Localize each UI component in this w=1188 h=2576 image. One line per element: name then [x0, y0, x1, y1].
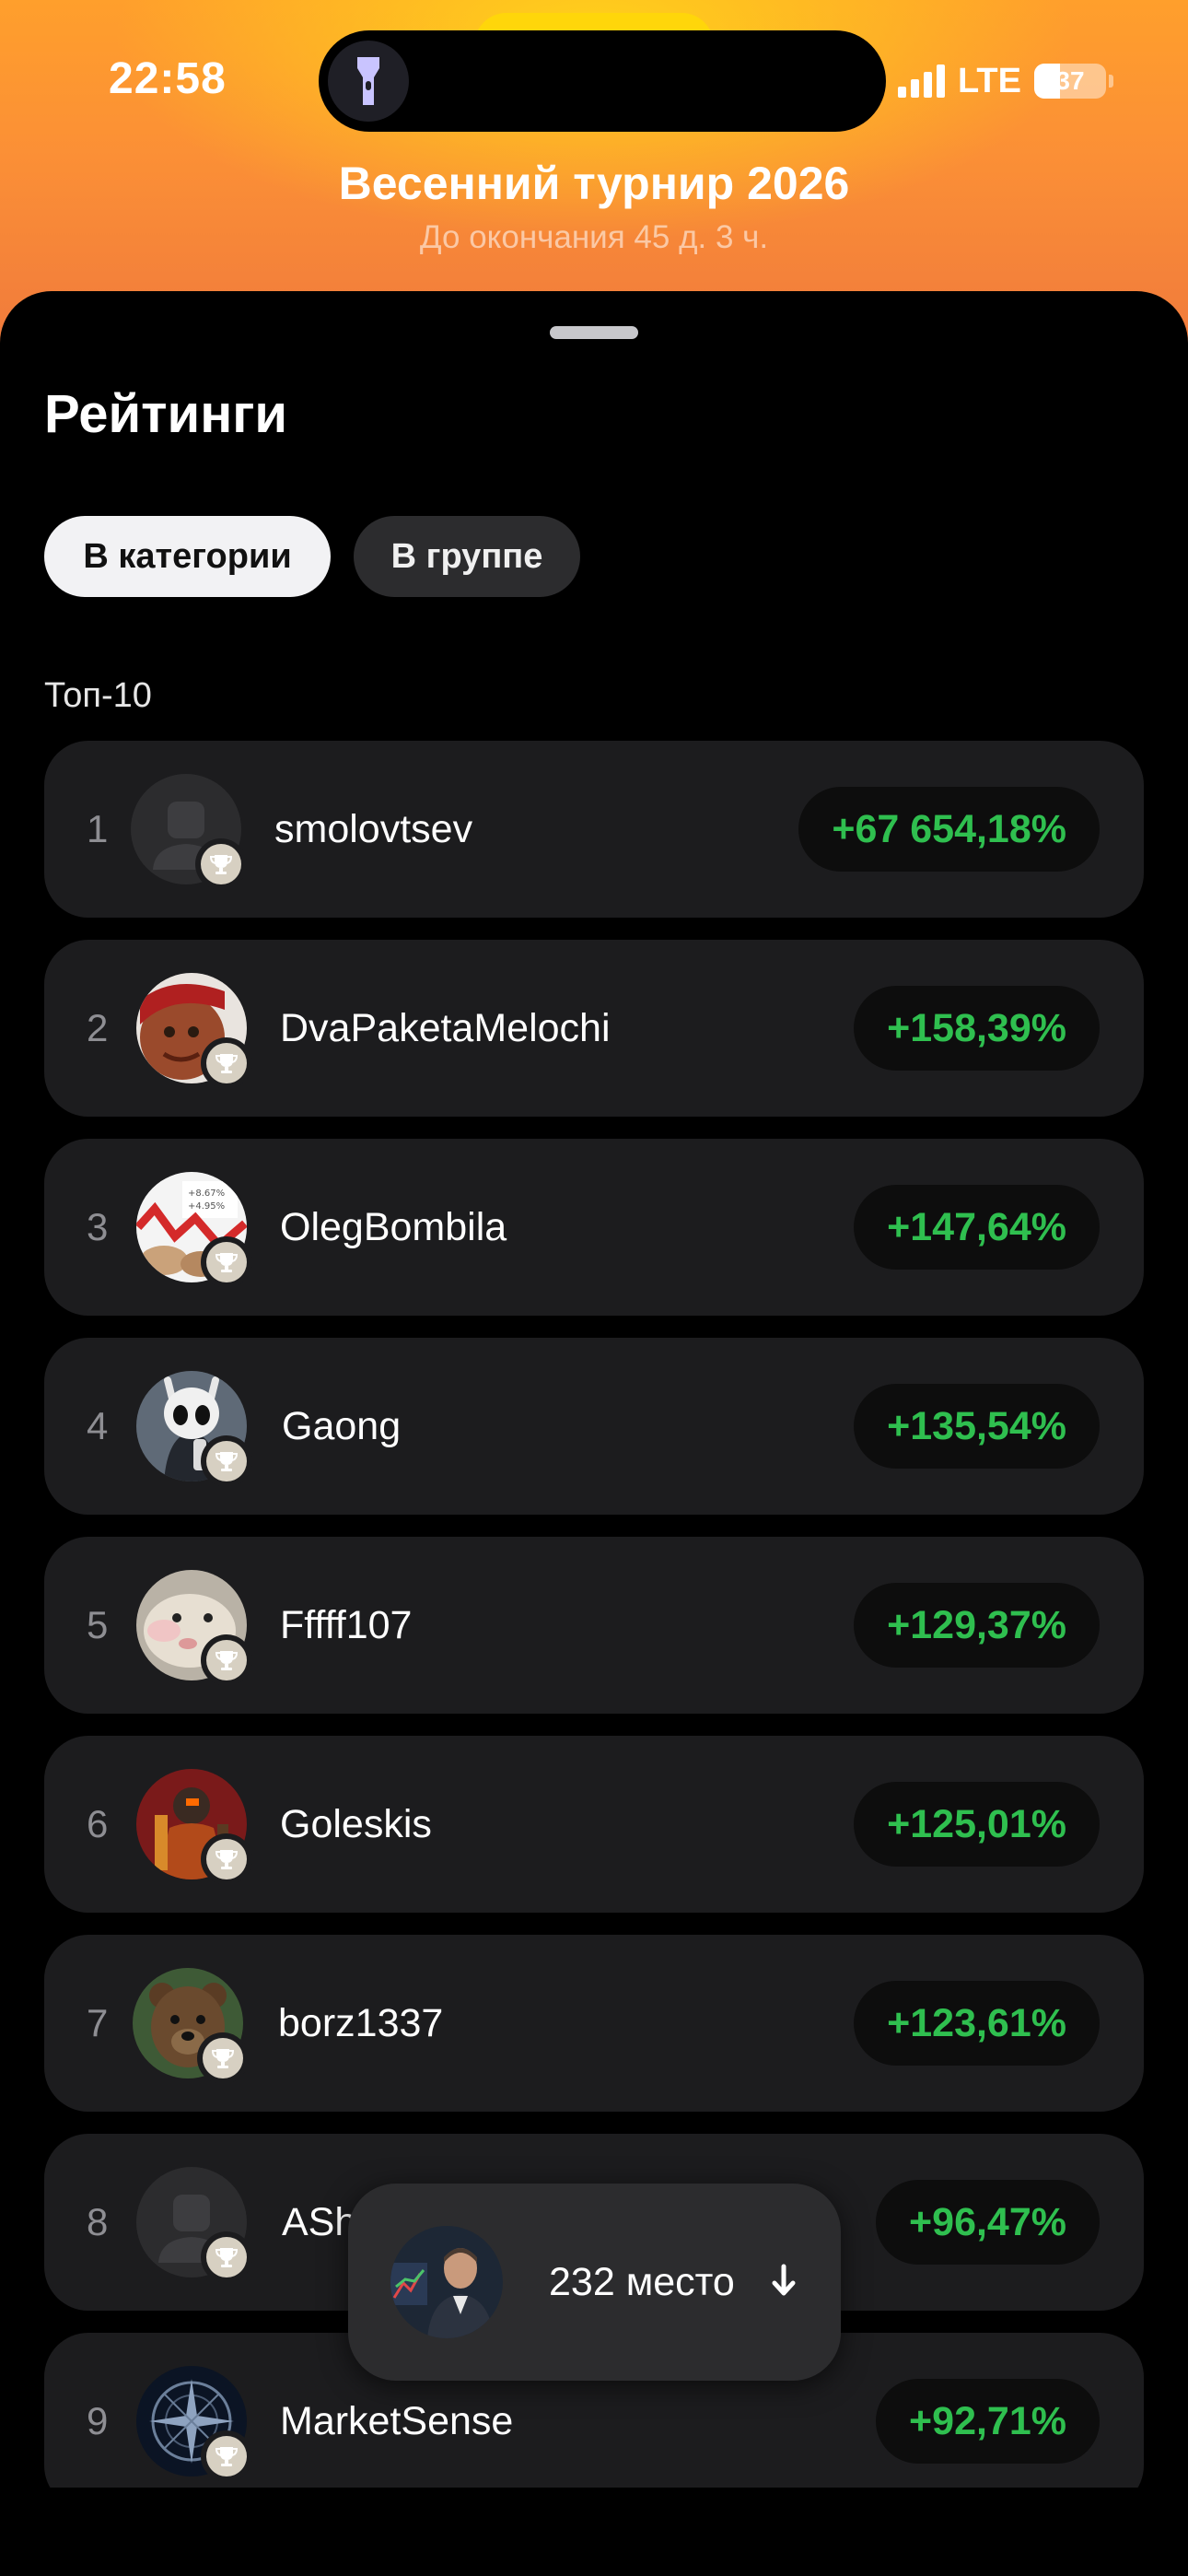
row-score: +123,61%	[854, 1981, 1100, 2066]
row-username: smolovtsev	[274, 806, 473, 851]
row-score: +129,37%	[854, 1583, 1100, 1668]
tournament-title: Весенний турнир 2026	[338, 158, 850, 209]
row-score: +67 654,18%	[798, 787, 1100, 872]
status-indicators: LTE 37	[898, 59, 1113, 103]
row-rank: 9	[87, 2399, 109, 2442]
row-username: ASh	[282, 2199, 357, 2244]
status-time: 22:58	[109, 54, 227, 103]
battery-level: 37	[1055, 66, 1085, 95]
svg-text:+8.67%: +8.67%	[188, 1188, 225, 1199]
tab-in-group[interactable]: В группе	[354, 516, 580, 597]
network-type: LTE	[958, 61, 1021, 100]
row-score: +158,39%	[854, 986, 1100, 1071]
row-rank: 2	[87, 1006, 109, 1049]
row-score: +92,71%	[876, 2379, 1100, 2464]
row-score: +125,01%	[854, 1782, 1100, 1867]
leaderboard-row[interactable]: 5 Fffff107 +129,37%	[44, 1537, 1144, 1714]
row-username: OlegBombila	[280, 1204, 507, 1249]
cellular-signal-icon	[898, 64, 945, 98]
section-label-top10: Топ-10	[44, 676, 152, 715]
row-rank: 8	[87, 2200, 109, 2243]
my-place-label: 232 место	[549, 2259, 735, 2304]
row-rank: 1	[87, 807, 109, 850]
leaderboard-row[interactable]: 2 DvaPaketaMelochi +158,39%	[44, 940, 1144, 1117]
trophy-badge-icon	[195, 838, 247, 890]
row-score: +135,54%	[854, 1384, 1100, 1469]
flashlight-icon[interactable]	[328, 41, 409, 122]
row-username: Fffff107	[280, 1602, 413, 1647]
sheet-title: Рейтинги	[44, 384, 288, 444]
row-username: DvaPaketaMelochi	[280, 1005, 611, 1050]
battery-icon: 37	[1033, 64, 1113, 99]
sheet-grabber[interactable]	[550, 326, 638, 339]
row-rank: 3	[87, 1205, 109, 1248]
row-score: +147,64%	[854, 1185, 1100, 1270]
trophy-badge-icon	[201, 1634, 252, 1686]
row-username: Goleskis	[280, 1801, 432, 1846]
arrow-down-icon	[770, 2263, 798, 2304]
my-avatar	[390, 2226, 503, 2338]
row-username: Gaong	[282, 1403, 402, 1448]
row-rank: 4	[87, 1404, 109, 1447]
bottom-edge	[0, 2488, 1188, 2576]
leaderboard-row[interactable]: 6 Goleskis +125,01%	[44, 1736, 1144, 1913]
trophy-badge-icon	[201, 1435, 252, 1487]
trophy-badge-icon	[201, 2231, 252, 2283]
leaderboard-row[interactable]: 7 borz1337 +123,61%	[44, 1935, 1144, 2112]
trophy-badge-icon	[201, 1037, 252, 1089]
my-position-pill[interactable]: 232 место	[348, 2184, 841, 2381]
trophy-badge-icon	[201, 1236, 252, 1288]
tournament-countdown: До окончания 45 д. 3 ч.	[419, 219, 769, 255]
row-score: +96,47%	[876, 2180, 1100, 2265]
tab-in-category[interactable]: В категории	[44, 516, 331, 597]
leaderboard-row[interactable]: 4 Gaong +135,54%	[44, 1338, 1144, 1515]
leaderboard-row[interactable]: 3 +8.67% +4.95% OlegBombila +147,64%	[44, 1139, 1144, 1316]
row-rank: 7	[87, 2001, 109, 2044]
trophy-badge-icon	[197, 2032, 249, 2084]
leaderboard-row[interactable]: 1 smolovtsev +67 654,18%	[44, 741, 1144, 918]
svg-text:+4.95%: +4.95%	[188, 1201, 225, 1212]
row-rank: 6	[87, 1802, 109, 1845]
row-rank: 5	[87, 1603, 109, 1646]
row-username: borz1337	[278, 2000, 444, 2045]
trophy-badge-icon	[201, 1833, 252, 1885]
dynamic-island	[319, 30, 886, 132]
trophy-badge-icon	[201, 2430, 252, 2482]
